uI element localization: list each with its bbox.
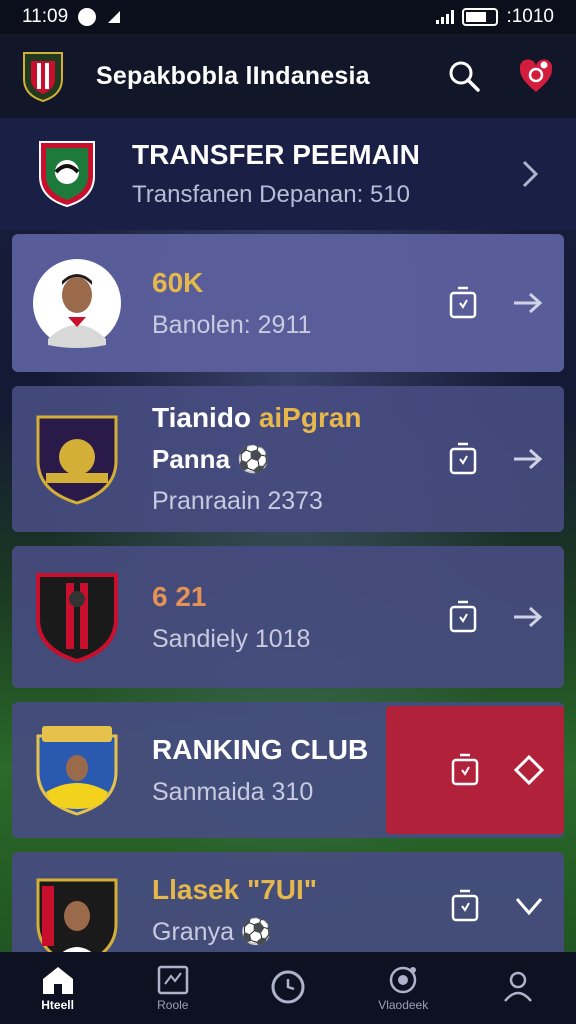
club-crest-icon — [36, 415, 118, 505]
search-icon[interactable] — [446, 58, 482, 94]
card-subtitle: Banolen: 2911 — [152, 310, 312, 339]
bottom-navigation: Hteell Roole Vlaodeek — [0, 952, 576, 1024]
card-subtitle: Granya ⚽ — [152, 918, 273, 946]
transfer-card[interactable]: 60K Banolen: 2911 — [12, 234, 564, 372]
trophy-icon — [389, 966, 417, 994]
notification-icon — [78, 8, 97, 26]
nav-item-home[interactable]: Hteell — [0, 952, 115, 1024]
section-subtitle: Transfanen Depanan: 510 — [132, 181, 410, 208]
app-bar: Sepakbobla lIndanesia — [0, 34, 576, 118]
transfer-card[interactable]: Tianido aiPgran Panna ⚽ Pranraain 2373 — [12, 386, 564, 532]
federation-logo[interactable] — [20, 49, 66, 103]
card-subtitle: Sandiely 1018 — [152, 624, 311, 653]
card-subtitle: Sanmaida 310 — [152, 777, 314, 806]
app-title: Sepakbobla lIndanesia — [96, 61, 370, 90]
card-title: RANKING CLUB — [152, 733, 369, 765]
arrow-right-icon[interactable] — [512, 447, 544, 471]
timer-icon[interactable] — [450, 753, 480, 787]
chevron-down-icon[interactable] — [514, 894, 544, 918]
nav-label: Roole — [157, 998, 189, 1012]
diamond-icon[interactable] — [514, 755, 544, 785]
club-crest-icon — [36, 878, 118, 962]
club-crest-icon — [39, 141, 95, 208]
card-line: Panna ⚽ — [152, 444, 270, 474]
timer-icon[interactable] — [448, 286, 478, 320]
ranking-card[interactable]: RANKING CLUB Sanmaida 310 — [12, 702, 564, 838]
battery-icon — [462, 8, 499, 26]
club-crest-icon — [36, 573, 118, 664]
club-crest-icon — [36, 726, 118, 816]
home-icon — [42, 967, 73, 994]
card-title-accent: aiPgran — [258, 402, 362, 433]
arrow-right-icon[interactable] — [512, 291, 544, 315]
nav-item-clock[interactable] — [230, 952, 345, 1024]
status-bar: 11:09 :1010 — [0, 0, 576, 34]
cast-icon — [108, 11, 121, 23]
transfer-card[interactable]: Llasek "7UI" Granya ⚽ — [12, 852, 564, 962]
card-title: 60K — [152, 266, 204, 298]
timer-icon[interactable] — [450, 889, 480, 923]
nav-item-profile[interactable] — [461, 952, 576, 1024]
signal-icon — [436, 10, 455, 24]
status-time: 11:09 — [22, 6, 69, 27]
transfer-card[interactable]: 6 21 Sandiely 1018 — [12, 546, 564, 688]
card-title-main: Tianido — [152, 402, 259, 433]
card-title: Tianido aiPgran — [152, 402, 362, 434]
timer-icon[interactable] — [448, 442, 478, 476]
card-subtitle: Pranraain 2373 — [152, 487, 323, 515]
nav-item-tactics[interactable]: Roole — [115, 952, 230, 1024]
favorite-badge-icon[interactable] — [516, 56, 556, 96]
nav-label: Hteell — [41, 998, 74, 1012]
nav-item-trophy[interactable]: Vlaodeek — [346, 952, 461, 1024]
chevron-right-icon[interactable] — [520, 159, 540, 189]
status-right-text: :1010 — [506, 6, 554, 27]
transfer-section-header[interactable]: TRANSFER PEEMAIN Transfanen Depanan: 510 — [0, 118, 576, 230]
card-title: 6 21 — [152, 580, 207, 612]
timer-icon[interactable] — [448, 600, 478, 634]
tactics-board-icon — [157, 965, 189, 995]
card-title: Llasek "7UI" — [152, 874, 318, 905]
profile-icon — [504, 971, 533, 1002]
player-avatar — [33, 259, 121, 348]
arrow-right-icon[interactable] — [512, 605, 544, 629]
clock-icon — [271, 970, 305, 1004]
section-title: TRANSFER PEEMAIN — [132, 139, 420, 170]
nav-label: Vlaodeek — [378, 998, 429, 1012]
